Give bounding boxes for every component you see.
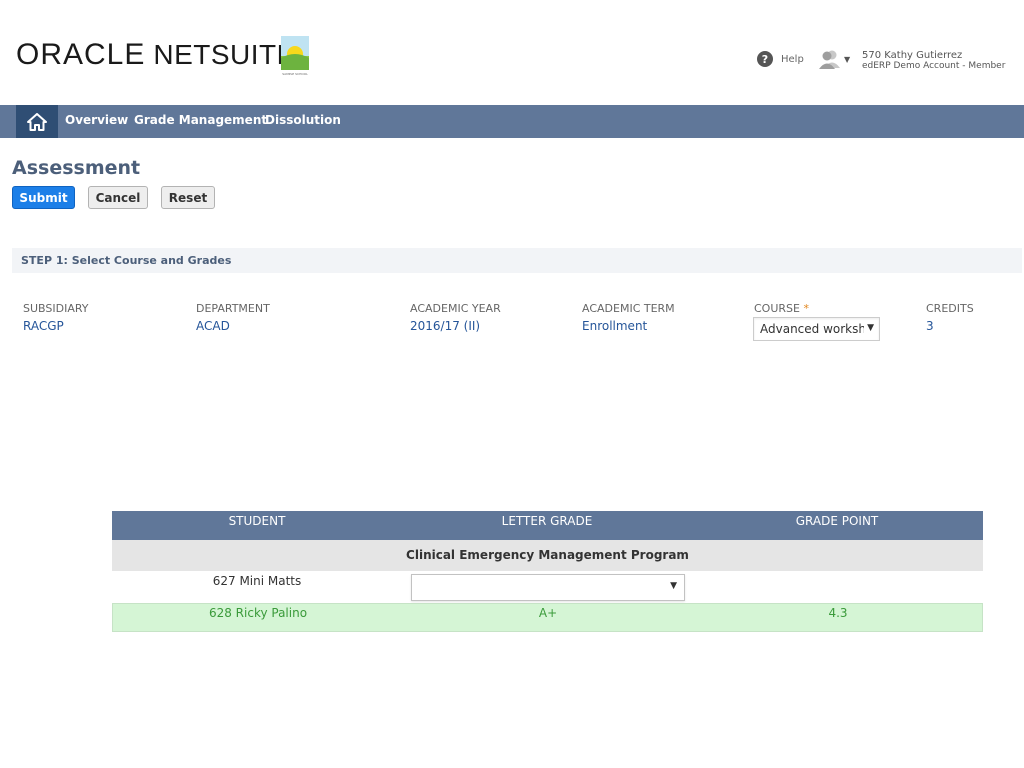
table-group-row: Clinical Emergency Management Program xyxy=(112,540,983,571)
nav-home-button[interactable] xyxy=(16,105,58,138)
school-logo-icon xyxy=(281,36,309,70)
nav-item-overview[interactable]: Overview xyxy=(65,105,128,138)
user-info: 570 Kathy Gutierrez edERP Demo Account -… xyxy=(862,50,1005,72)
brand-oracle-text: ORACLE xyxy=(16,38,146,71)
required-mark: * xyxy=(803,302,809,315)
netsuite-logo[interactable]: ORACLE NETSUITE xyxy=(16,38,296,72)
user-name: 570 Kathy Gutierrez xyxy=(862,50,963,61)
nav-item-grade-management[interactable]: Grade Management xyxy=(134,105,267,138)
cancel-button[interactable]: Cancel xyxy=(88,186,148,209)
academic-term-field: ACADEMIC TERM Enrollment xyxy=(582,302,675,333)
course-field: COURSE * xyxy=(754,302,809,315)
chevron-down-icon: ▼ xyxy=(844,54,851,64)
table-row: 628 Ricky Palino A+ 4.3 xyxy=(112,603,983,632)
department-value[interactable]: ACAD xyxy=(196,319,270,333)
brand-netsuite-text: NETSUITE xyxy=(153,39,296,70)
academic-year-field: ACADEMIC YEAR 2016/17 (II) xyxy=(410,302,501,333)
user-account: edERP Demo Account - Member xyxy=(862,61,1006,71)
caret-down-icon: ▼ xyxy=(867,323,874,333)
academic-term-value[interactable]: Enrollment xyxy=(582,319,675,333)
user-avatar-icon xyxy=(819,49,841,69)
step-1-label: STEP 1: Select Course and Grades xyxy=(21,254,232,267)
academic-term-label: ACADEMIC TERM xyxy=(582,302,675,315)
help-link[interactable]: ? Help xyxy=(757,51,804,67)
grade-point: 4.3 xyxy=(828,606,848,620)
student-name: 627 Mini Matts xyxy=(212,574,302,588)
column-header-student: STUDENT xyxy=(228,514,286,528)
letter-grade: A+ xyxy=(538,606,558,620)
subsidiary-field: SUBSIDIARY RACGP xyxy=(23,302,89,333)
academic-year-label: ACADEMIC YEAR xyxy=(410,302,501,315)
column-header-grade-point: GRADE POINT xyxy=(795,514,879,528)
subsidiary-label: SUBSIDIARY xyxy=(23,302,89,315)
department-label: DEPARTMENT xyxy=(196,302,270,315)
step-1-header: STEP 1: Select Course and Grades xyxy=(12,248,1022,273)
department-field: DEPARTMENT ACAD xyxy=(196,302,270,333)
help-label: Help xyxy=(781,53,804,65)
program-name: Clinical Emergency Management Program xyxy=(406,548,689,562)
column-header-letter-grade: LETTER GRADE xyxy=(501,514,593,528)
school-logo-caption: SAMPLE SCHOOL xyxy=(282,72,308,76)
credits-field: CREDITS 3 xyxy=(926,302,974,333)
help-icon: ? xyxy=(757,51,773,67)
table-header: STUDENT LETTER GRADE GRADE POINT xyxy=(112,511,983,540)
subsidiary-value[interactable]: RACGP xyxy=(23,319,89,333)
main-nav: Overview Grade Management Dissolution xyxy=(0,105,1024,138)
course-select[interactable]: Advanced workshop ▼ xyxy=(753,317,880,341)
letter-grade-select[interactable]: ▼ xyxy=(411,574,685,601)
course-select-value: Advanced workshop xyxy=(760,322,864,336)
submit-button[interactable]: Submit xyxy=(12,186,75,209)
credits-value: 3 xyxy=(926,319,934,333)
table-row: 627 Mini Matts ▼ xyxy=(112,571,983,603)
course-label: COURSE * xyxy=(754,302,809,315)
school-logo: SAMPLE SCHOOL xyxy=(281,36,309,76)
reset-button[interactable]: Reset xyxy=(161,186,215,209)
student-name: 628 Ricky Palino xyxy=(208,606,308,620)
academic-year-value[interactable]: 2016/17 (II) xyxy=(410,319,501,333)
page-title: Assessment xyxy=(12,157,141,179)
caret-down-icon: ▼ xyxy=(670,581,677,591)
grades-table: STUDENT LETTER GRADE GRADE POINT Clinica… xyxy=(112,511,983,632)
home-icon xyxy=(27,112,47,131)
course-label-text: COURSE xyxy=(754,302,800,315)
nav-item-dissolution[interactable]: Dissolution xyxy=(265,105,341,138)
user-menu[interactable]: ▼ xyxy=(819,49,850,69)
credits-label: CREDITS xyxy=(926,302,974,315)
